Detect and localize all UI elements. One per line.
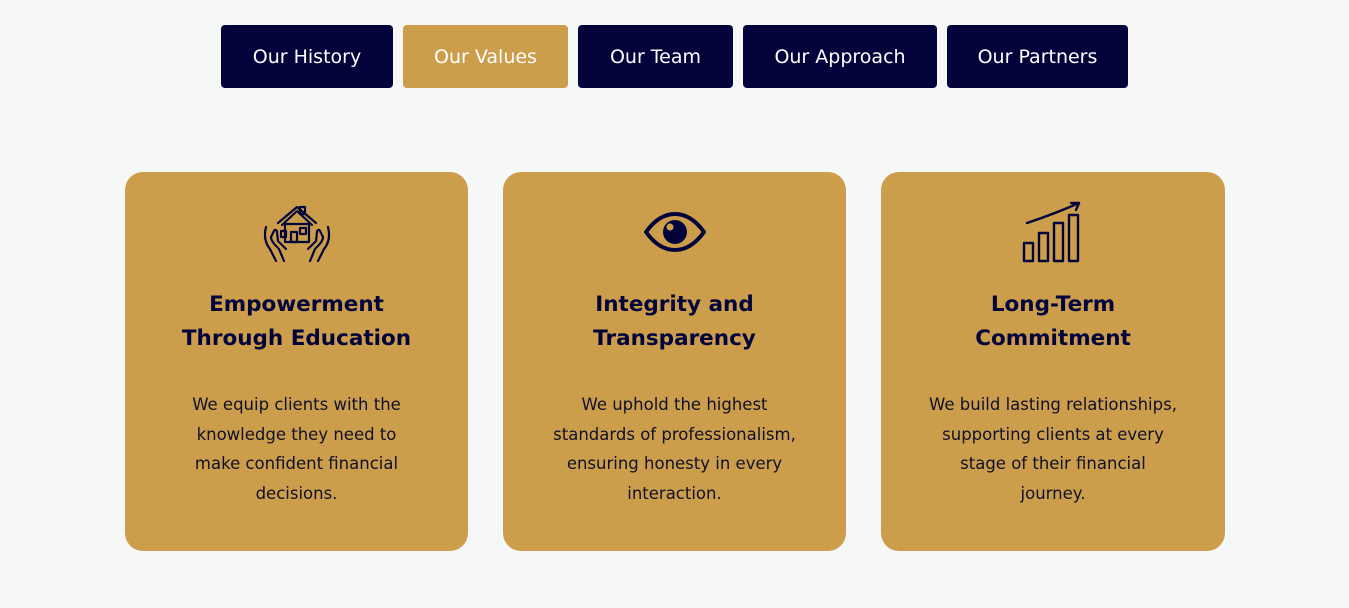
tab-our-partners[interactable]: Our Partners bbox=[947, 25, 1128, 88]
value-card-commitment: Long-Term Commitment We build lasting re… bbox=[881, 172, 1225, 551]
hands-house-icon bbox=[261, 200, 333, 264]
value-card-integrity: Integrity and Transparency We uphold the… bbox=[503, 172, 846, 551]
tab-bar: Our History Our Values Our Team Our Appr… bbox=[221, 25, 1128, 88]
tab-our-values[interactable]: Our Values bbox=[403, 25, 568, 88]
card-title-line: Integrity and bbox=[595, 292, 754, 317]
card-title: Empowerment Through Education bbox=[162, 288, 432, 356]
values-cards: Empowerment Through Education We equip c… bbox=[125, 172, 1225, 551]
growth-chart-icon bbox=[1017, 200, 1089, 264]
card-description: We build lasting relationships, supporti… bbox=[929, 395, 1177, 503]
card-title: Integrity and Transparency bbox=[540, 288, 810, 356]
tab-our-team[interactable]: Our Team bbox=[578, 25, 733, 88]
card-description: We equip clients with the knowledge they… bbox=[192, 395, 401, 503]
card-description: We uphold the highest standards of profe… bbox=[553, 395, 796, 503]
value-card-empowerment: Empowerment Through Education We equip c… bbox=[125, 172, 468, 551]
card-title-line: Empowerment bbox=[209, 292, 384, 317]
tab-our-approach[interactable]: Our Approach bbox=[743, 25, 937, 88]
card-title-line: Commitment bbox=[975, 326, 1131, 351]
card-title-line: Through Education bbox=[181, 326, 412, 351]
card-title: Long-Term Commitment bbox=[918, 288, 1188, 356]
card-title-line: Transparency bbox=[593, 326, 756, 351]
card-title-line: Long-Term bbox=[990, 292, 1116, 317]
tab-our-history[interactable]: Our History bbox=[221, 25, 393, 88]
eye-icon bbox=[639, 200, 711, 264]
